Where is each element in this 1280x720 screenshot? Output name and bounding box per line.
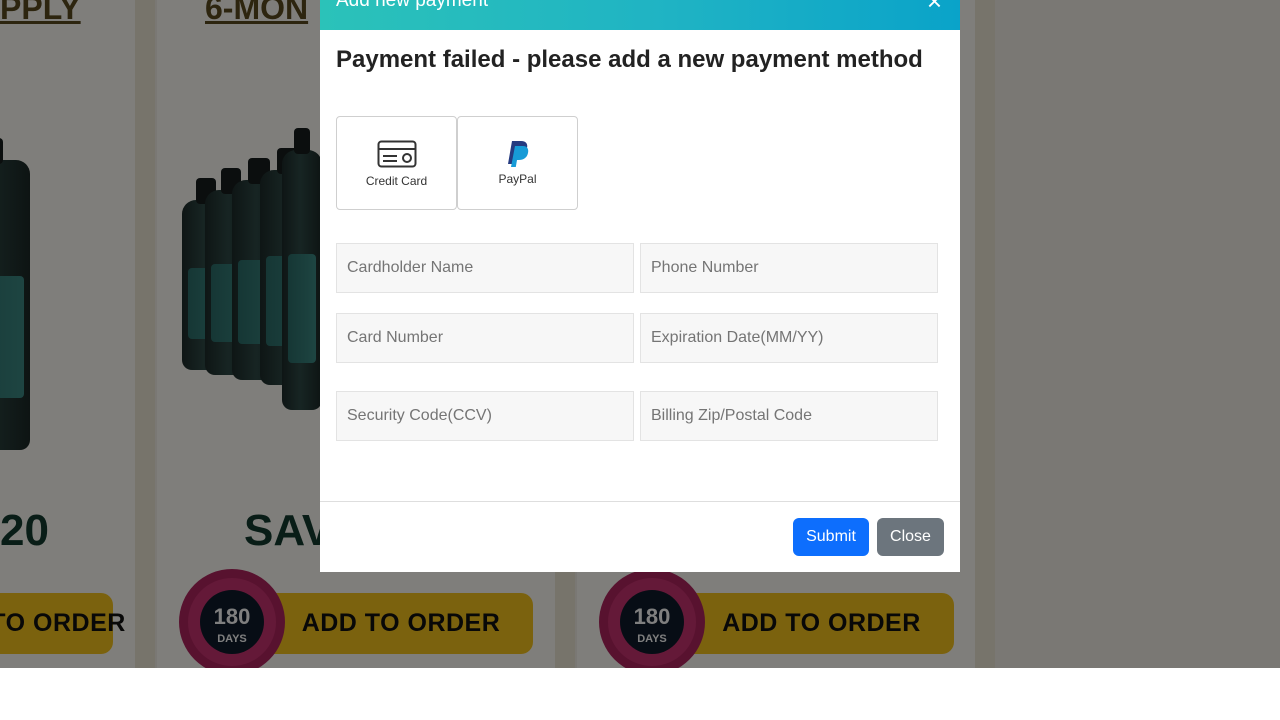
- payment-method-credit-card[interactable]: Credit Card: [336, 116, 457, 210]
- modal-header: Add new payment ×: [320, 0, 960, 30]
- billing-zip-field[interactable]: [640, 391, 938, 441]
- add-payment-modal: Add new payment × Payment failed - pleas…: [320, 0, 960, 572]
- cardholder-name-field[interactable]: [336, 243, 634, 293]
- close-icon[interactable]: ×: [927, 0, 942, 14]
- credit-card-label: Credit Card: [365, 174, 428, 188]
- modal-footer-divider: [320, 501, 960, 502]
- close-button[interactable]: Close: [877, 518, 944, 556]
- modal-title: Add new payment: [336, 0, 489, 11]
- paypal-icon: [507, 141, 528, 167]
- submit-button[interactable]: Submit: [793, 518, 869, 556]
- credit-card-icon: [377, 140, 416, 168]
- expiration-date-field[interactable]: [640, 313, 938, 363]
- phone-number-field[interactable]: [640, 243, 938, 293]
- security-code-field[interactable]: [336, 391, 634, 441]
- payment-method-paypal[interactable]: PayPal: [457, 116, 578, 210]
- payment-failed-heading: Payment failed - please add a new paymen…: [336, 46, 923, 73]
- page-footer-blank: [0, 668, 1280, 720]
- card-number-field[interactable]: [336, 313, 634, 363]
- paypal-label: PayPal: [498, 172, 537, 186]
